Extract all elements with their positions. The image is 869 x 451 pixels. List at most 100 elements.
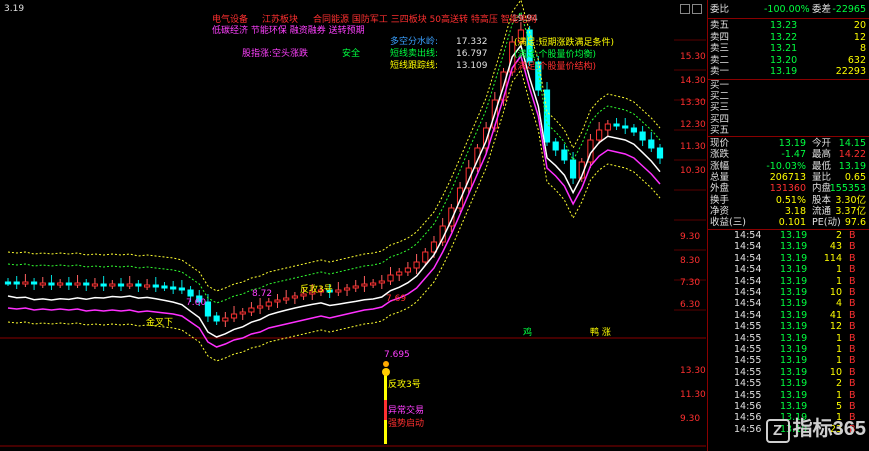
tick-price: 13.19 [780,264,808,276]
ask-row[interactable]: 卖五 13.23 20 [708,20,869,32]
stat-row: 净资 3.18 流通 3.37亿 [708,206,869,218]
candlestick-canvas[interactable] [0,0,706,451]
annotation-2: (满足:个股量价均衡) [514,50,597,60]
bid-row[interactable]: 买五 [708,125,869,137]
chart-close-icon[interactable] [692,4,702,14]
ask-row[interactable]: 卖二 13.20 632 [708,55,869,67]
stat-value: -1.47 [781,149,806,161]
stat-value: 14.15 [838,138,866,149]
stat-value: 155353 [829,183,866,195]
tick-price: 13.19 [780,344,808,355]
tick-price: 13.19 [780,332,808,344]
tick-row: 14:55 13.19 1 B [708,355,869,366]
sub-mark-strong: 强势启动 [388,419,425,429]
tick-row: 14:54 13.19 1 B [708,276,869,287]
candle-body [4,281,12,285]
tick-time: 14:55 [734,321,762,333]
candle-body [569,159,577,179]
tick-price: 13.19 [780,252,808,264]
bid-row[interactable]: 买二 [708,91,869,103]
ask-row[interactable]: 卖一 13.19 22293 [708,66,869,78]
concept-flag-2[interactable]: 江苏板块 [262,15,298,26]
tick-time: 14:54 [734,275,762,287]
tick-volume: 12 [829,321,842,333]
tick-row: 14:54 13.19 10 B [708,287,869,298]
candle-body [204,301,212,317]
kline-chart[interactable]: 3.19 19.94 电气设备 江苏板块 合同能源 国防军工 三四板块 50高送… [0,0,706,451]
scale-9: 7.30 [680,278,701,288]
ask-label: 卖二 [710,54,730,66]
ask-volume: 22293 [835,66,866,77]
tick-side: B [849,275,856,287]
ask-volume: 12 [853,31,866,43]
candle-body [378,280,385,284]
tick-time: 14:54 [734,230,762,241]
tick-volume: 10 [829,287,842,298]
bid-row[interactable]: 买一 [708,80,869,92]
candle-body [83,282,90,286]
white-ma-line [7,43,661,338]
tick-time: 14:55 [734,366,762,378]
ask-price: 13.19 [770,66,798,77]
chart-corner-label: 3.19 [4,4,25,14]
stat-label: 流通 [812,205,832,217]
tick-volume: 5 [835,401,842,412]
candle-body [100,283,107,287]
candle-body [265,301,272,307]
indicator-2-value: 16.797 [456,49,488,59]
candle-body [622,125,629,129]
concept-flag-3[interactable]: 合同能源 国防军工 三四板块 50高送转 特高压 智能电网 [313,15,537,26]
candle-body [74,282,81,286]
stat-value: 14.22 [838,149,866,161]
ask-volume: 632 [847,54,866,66]
candle-body [13,281,20,285]
stat-value: 131360 [769,183,806,195]
indicator-3-label: 短线跟踪线: [390,61,439,71]
tick-price: 13.19 [780,321,808,333]
tick-row: 14:54 13.19 4 B [708,298,869,309]
bid-label: 买二 [710,91,730,103]
tick-price: 13.19 [780,309,808,321]
stat-row: 总量 206713 量比 0.65 [708,172,869,184]
tick-row: 14:55 13.19 10 B [708,367,869,378]
stat-value: 3.18 [784,205,806,217]
stat-value: -10.03% [766,160,806,172]
tick-price: 13.19 [780,287,808,298]
stat-label: 股本 [812,194,832,206]
tick-volume: 1 [835,355,842,367]
tick-side: B [849,355,856,367]
bid-row[interactable]: 买三 [708,102,869,114]
stat-row: 换手 0.51% 股本 3.30亿 [708,195,869,207]
candle-body [274,299,281,303]
candle-body [126,283,133,287]
concept-flag-4[interactable]: 低碳经济 节能环保 融资融券 送转预期 [212,26,365,37]
ask-volume: 20 [853,20,866,31]
candle-body [639,131,646,141]
ask-row[interactable]: 卖三 13.21 8 [708,43,869,55]
mark-fangong: 反攻3号 [300,285,333,295]
concept-flag-1[interactable]: 电气设备 [212,15,248,26]
candle-body [187,289,194,297]
sub-scale-2: 11.30 [680,390,706,400]
stat-value: 0.51% [775,194,806,206]
tick-price: 13.19 [780,378,808,390]
mark-golden-cross: 金叉下 [146,318,174,328]
chart-restore-icon[interactable] [680,4,690,14]
bid-row[interactable]: 买四 [708,114,869,126]
stat-label: 净资 [710,205,730,217]
indicator-1-label: 多空分水岭: [390,37,439,47]
candle-body [170,286,177,290]
scale-3: 13.30 [680,98,706,108]
candle-body [22,281,29,285]
tick-volume: 1 [835,264,842,276]
ask-row[interactable]: 卖四 13.22 12 [708,32,869,44]
stat-row: 涨跌 -1.47 最高 14.22 [708,149,869,161]
stat-value: 0.101 [778,217,806,229]
tick-side: B [849,389,856,401]
stat-value: 13.19 [778,138,806,149]
indicator-2-label: 短线卖出线: [390,49,439,59]
stat-label: 涨幅 [710,160,730,172]
tick-time: 14:56 [734,423,762,435]
quote-panel: 委比 -100.00% 委差 -22965 卖五 13.23 20 卖四 13.22 12… [707,0,869,451]
stat-value: 0.65 [844,171,866,183]
